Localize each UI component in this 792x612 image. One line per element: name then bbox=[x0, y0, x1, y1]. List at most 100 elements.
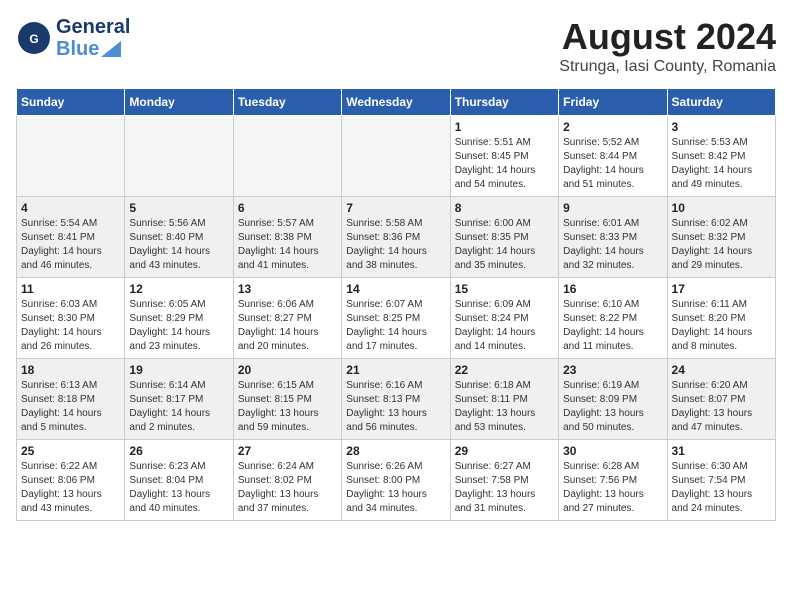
calendar-day: 17 Sunrise: 6:11 AM Sunset: 8:20 PM Dayli… bbox=[667, 278, 775, 359]
day-info: Sunrise: 6:03 AM Sunset: 8:30 PM Dayligh… bbox=[21, 298, 120, 354]
calendar-day: 11 Sunrise: 6:03 AM Sunset: 8:30 PM Dayli… bbox=[17, 278, 125, 359]
calendar-day: 15 Sunrise: 6:09 AM Sunset: 8:24 PM Dayli… bbox=[450, 278, 558, 359]
calendar-day bbox=[17, 116, 125, 197]
day-number: 28 bbox=[346, 444, 445, 458]
location-subtitle: Strunga, Iasi County, Romania bbox=[559, 58, 776, 76]
calendar-day: 24 Sunrise: 6:20 AM Sunset: 8:07 PM Dayli… bbox=[667, 359, 775, 440]
calendar-week-4: 18 Sunrise: 6:13 AM Sunset: 8:18 PM Dayli… bbox=[17, 359, 776, 440]
day-info: Sunrise: 6:19 AM Sunset: 8:09 PM Dayligh… bbox=[563, 379, 662, 435]
day-number: 6 bbox=[238, 201, 337, 215]
calendar-week-5: 25 Sunrise: 6:22 AM Sunset: 8:06 PM Dayli… bbox=[17, 440, 776, 521]
calendar-day: 30Sunrise: 6:28 AM Sunset: 7:56 PM Dayli… bbox=[559, 440, 667, 521]
day-number: 11 bbox=[21, 282, 120, 296]
day-info: Sunrise: 6:09 AM Sunset: 8:24 PM Dayligh… bbox=[455, 298, 554, 354]
day-number: 15 bbox=[455, 282, 554, 296]
day-info: Sunrise: 5:51 AM Sunset: 8:45 PM Dayligh… bbox=[455, 136, 554, 192]
day-info: Sunrise: 6:01 AM Sunset: 8:33 PM Dayligh… bbox=[563, 217, 662, 273]
calendar-day: 9 Sunrise: 6:01 AM Sunset: 8:33 PM Daylig… bbox=[559, 197, 667, 278]
day-info: Sunrise: 5:52 AM Sunset: 8:44 PM Dayligh… bbox=[563, 136, 662, 192]
calendar-day: 16 Sunrise: 6:10 AM Sunset: 8:22 PM Dayli… bbox=[559, 278, 667, 359]
day-number: 1 bbox=[455, 120, 554, 134]
logo-general: General bbox=[56, 16, 130, 38]
day-info: Sunrise: 5:57 AM Sunset: 8:38 PM Dayligh… bbox=[238, 217, 337, 273]
day-number: 5 bbox=[129, 201, 228, 215]
day-number: 29 bbox=[455, 444, 554, 458]
day-info: Sunrise: 6:00 AM Sunset: 8:35 PM Dayligh… bbox=[455, 217, 554, 273]
day-info: Sunrise: 6:02 AM Sunset: 8:32 PM Dayligh… bbox=[672, 217, 771, 273]
calendar-week-3: 11 Sunrise: 6:03 AM Sunset: 8:30 PM Dayli… bbox=[17, 278, 776, 359]
calendar-day: 7 Sunrise: 5:58 AM Sunset: 8:36 PM Daylig… bbox=[342, 197, 450, 278]
logo-blue-text: Blue bbox=[56, 38, 99, 60]
calendar-table: SundayMondayTuesdayWednesdayThursdayFrid… bbox=[16, 88, 776, 521]
calendar-day: 18 Sunrise: 6:13 AM Sunset: 8:18 PM Dayli… bbox=[17, 359, 125, 440]
svg-text:G: G bbox=[29, 32, 38, 46]
day-number: 26 bbox=[129, 444, 228, 458]
day-info: Sunrise: 6:23 AM Sunset: 8:04 PM Dayligh… bbox=[129, 460, 228, 516]
logo-arrow-icon bbox=[101, 41, 121, 57]
weekday-header-saturday: Saturday bbox=[667, 89, 775, 116]
calendar-day: 26 Sunrise: 6:23 AM Sunset: 8:04 PM Dayli… bbox=[125, 440, 233, 521]
calendar-day: 1 Sunrise: 5:51 AM Sunset: 8:45 PM Daylig… bbox=[450, 116, 558, 197]
day-info: Sunrise: 6:16 AM Sunset: 8:13 PM Dayligh… bbox=[346, 379, 445, 435]
weekday-header-friday: Friday bbox=[559, 89, 667, 116]
day-number: 31 bbox=[672, 444, 771, 458]
calendar-day: 12Sunrise: 6:05 AM Sunset: 8:29 PM Dayli… bbox=[125, 278, 233, 359]
day-info: Sunrise: 6:30 AM Sunset: 7:54 PM Dayligh… bbox=[672, 460, 771, 516]
calendar-day: 21 Sunrise: 6:16 AM Sunset: 8:13 PM Dayli… bbox=[342, 359, 450, 440]
day-number: 9 bbox=[563, 201, 662, 215]
calendar-day bbox=[342, 116, 450, 197]
logo-blue: Blue bbox=[56, 38, 130, 60]
calendar-day: 3 Sunrise: 5:53 AM Sunset: 8:42 PM Daylig… bbox=[667, 116, 775, 197]
day-info: Sunrise: 5:56 AM Sunset: 8:40 PM Dayligh… bbox=[129, 217, 228, 273]
calendar-day: 22Sunrise: 6:18 AM Sunset: 8:11 PM Dayli… bbox=[450, 359, 558, 440]
day-info: Sunrise: 6:13 AM Sunset: 8:18 PM Dayligh… bbox=[21, 379, 120, 435]
day-number: 2 bbox=[563, 120, 662, 134]
day-info: Sunrise: 5:58 AM Sunset: 8:36 PM Dayligh… bbox=[346, 217, 445, 273]
weekday-header-monday: Monday bbox=[125, 89, 233, 116]
day-number: 25 bbox=[21, 444, 120, 458]
calendar-day: 25 Sunrise: 6:22 AM Sunset: 8:06 PM Dayli… bbox=[17, 440, 125, 521]
calendar-day: 5 Sunrise: 5:56 AM Sunset: 8:40 PM Daylig… bbox=[125, 197, 233, 278]
day-number: 4 bbox=[21, 201, 120, 215]
calendar-day: 13Sunrise: 6:06 AM Sunset: 8:27 PM Dayli… bbox=[233, 278, 341, 359]
day-info: Sunrise: 6:07 AM Sunset: 8:25 PM Dayligh… bbox=[346, 298, 445, 354]
calendar-day: 4Sunrise: 5:54 AM Sunset: 8:41 PM Daylig… bbox=[17, 197, 125, 278]
day-number: 24 bbox=[672, 363, 771, 377]
day-number: 30 bbox=[563, 444, 662, 458]
weekday-header-sunday: Sunday bbox=[17, 89, 125, 116]
day-info: Sunrise: 5:53 AM Sunset: 8:42 PM Dayligh… bbox=[672, 136, 771, 192]
calendar-day: 28 Sunrise: 6:26 AM Sunset: 8:00 PM Dayli… bbox=[342, 440, 450, 521]
day-info: Sunrise: 6:15 AM Sunset: 8:15 PM Dayligh… bbox=[238, 379, 337, 435]
day-info: Sunrise: 6:18 AM Sunset: 8:11 PM Dayligh… bbox=[455, 379, 554, 435]
calendar-day bbox=[125, 116, 233, 197]
day-info: Sunrise: 6:14 AM Sunset: 8:17 PM Dayligh… bbox=[129, 379, 228, 435]
day-number: 10 bbox=[672, 201, 771, 215]
day-number: 8 bbox=[455, 201, 554, 215]
calendar-day: 8 Sunrise: 6:00 AM Sunset: 8:35 PM Daylig… bbox=[450, 197, 558, 278]
day-info: Sunrise: 6:26 AM Sunset: 8:00 PM Dayligh… bbox=[346, 460, 445, 516]
day-number: 27 bbox=[238, 444, 337, 458]
calendar-day: 20Sunrise: 6:15 AM Sunset: 8:15 PM Dayli… bbox=[233, 359, 341, 440]
day-number: 17 bbox=[672, 282, 771, 296]
day-info: Sunrise: 6:06 AM Sunset: 8:27 PM Dayligh… bbox=[238, 298, 337, 354]
calendar-day: 6 Sunrise: 5:57 AM Sunset: 8:38 PM Daylig… bbox=[233, 197, 341, 278]
calendar-day: 10 Sunrise: 6:02 AM Sunset: 8:32 PM Dayli… bbox=[667, 197, 775, 278]
weekday-header-wednesday: Wednesday bbox=[342, 89, 450, 116]
day-number: 7 bbox=[346, 201, 445, 215]
day-info: Sunrise: 6:10 AM Sunset: 8:22 PM Dayligh… bbox=[563, 298, 662, 354]
day-info: Sunrise: 6:11 AM Sunset: 8:20 PM Dayligh… bbox=[672, 298, 771, 354]
page-header: G General Blue August 2024 Strunga, Iasi… bbox=[16, 16, 776, 76]
day-info: Sunrise: 6:20 AM Sunset: 8:07 PM Dayligh… bbox=[672, 379, 771, 435]
day-number: 21 bbox=[346, 363, 445, 377]
day-number: 23 bbox=[563, 363, 662, 377]
day-info: Sunrise: 6:22 AM Sunset: 8:06 PM Dayligh… bbox=[21, 460, 120, 516]
weekday-header-row: SundayMondayTuesdayWednesdayThursdayFrid… bbox=[17, 89, 776, 116]
day-number: 14 bbox=[346, 282, 445, 296]
calendar-day: 23 Sunrise: 6:19 AM Sunset: 8:09 PM Dayli… bbox=[559, 359, 667, 440]
day-number: 3 bbox=[672, 120, 771, 134]
logo: G General Blue bbox=[16, 16, 130, 60]
day-number: 18 bbox=[21, 363, 120, 377]
day-number: 16 bbox=[563, 282, 662, 296]
calendar-day: 2 Sunrise: 5:52 AM Sunset: 8:44 PM Daylig… bbox=[559, 116, 667, 197]
day-info: Sunrise: 6:24 AM Sunset: 8:02 PM Dayligh… bbox=[238, 460, 337, 516]
